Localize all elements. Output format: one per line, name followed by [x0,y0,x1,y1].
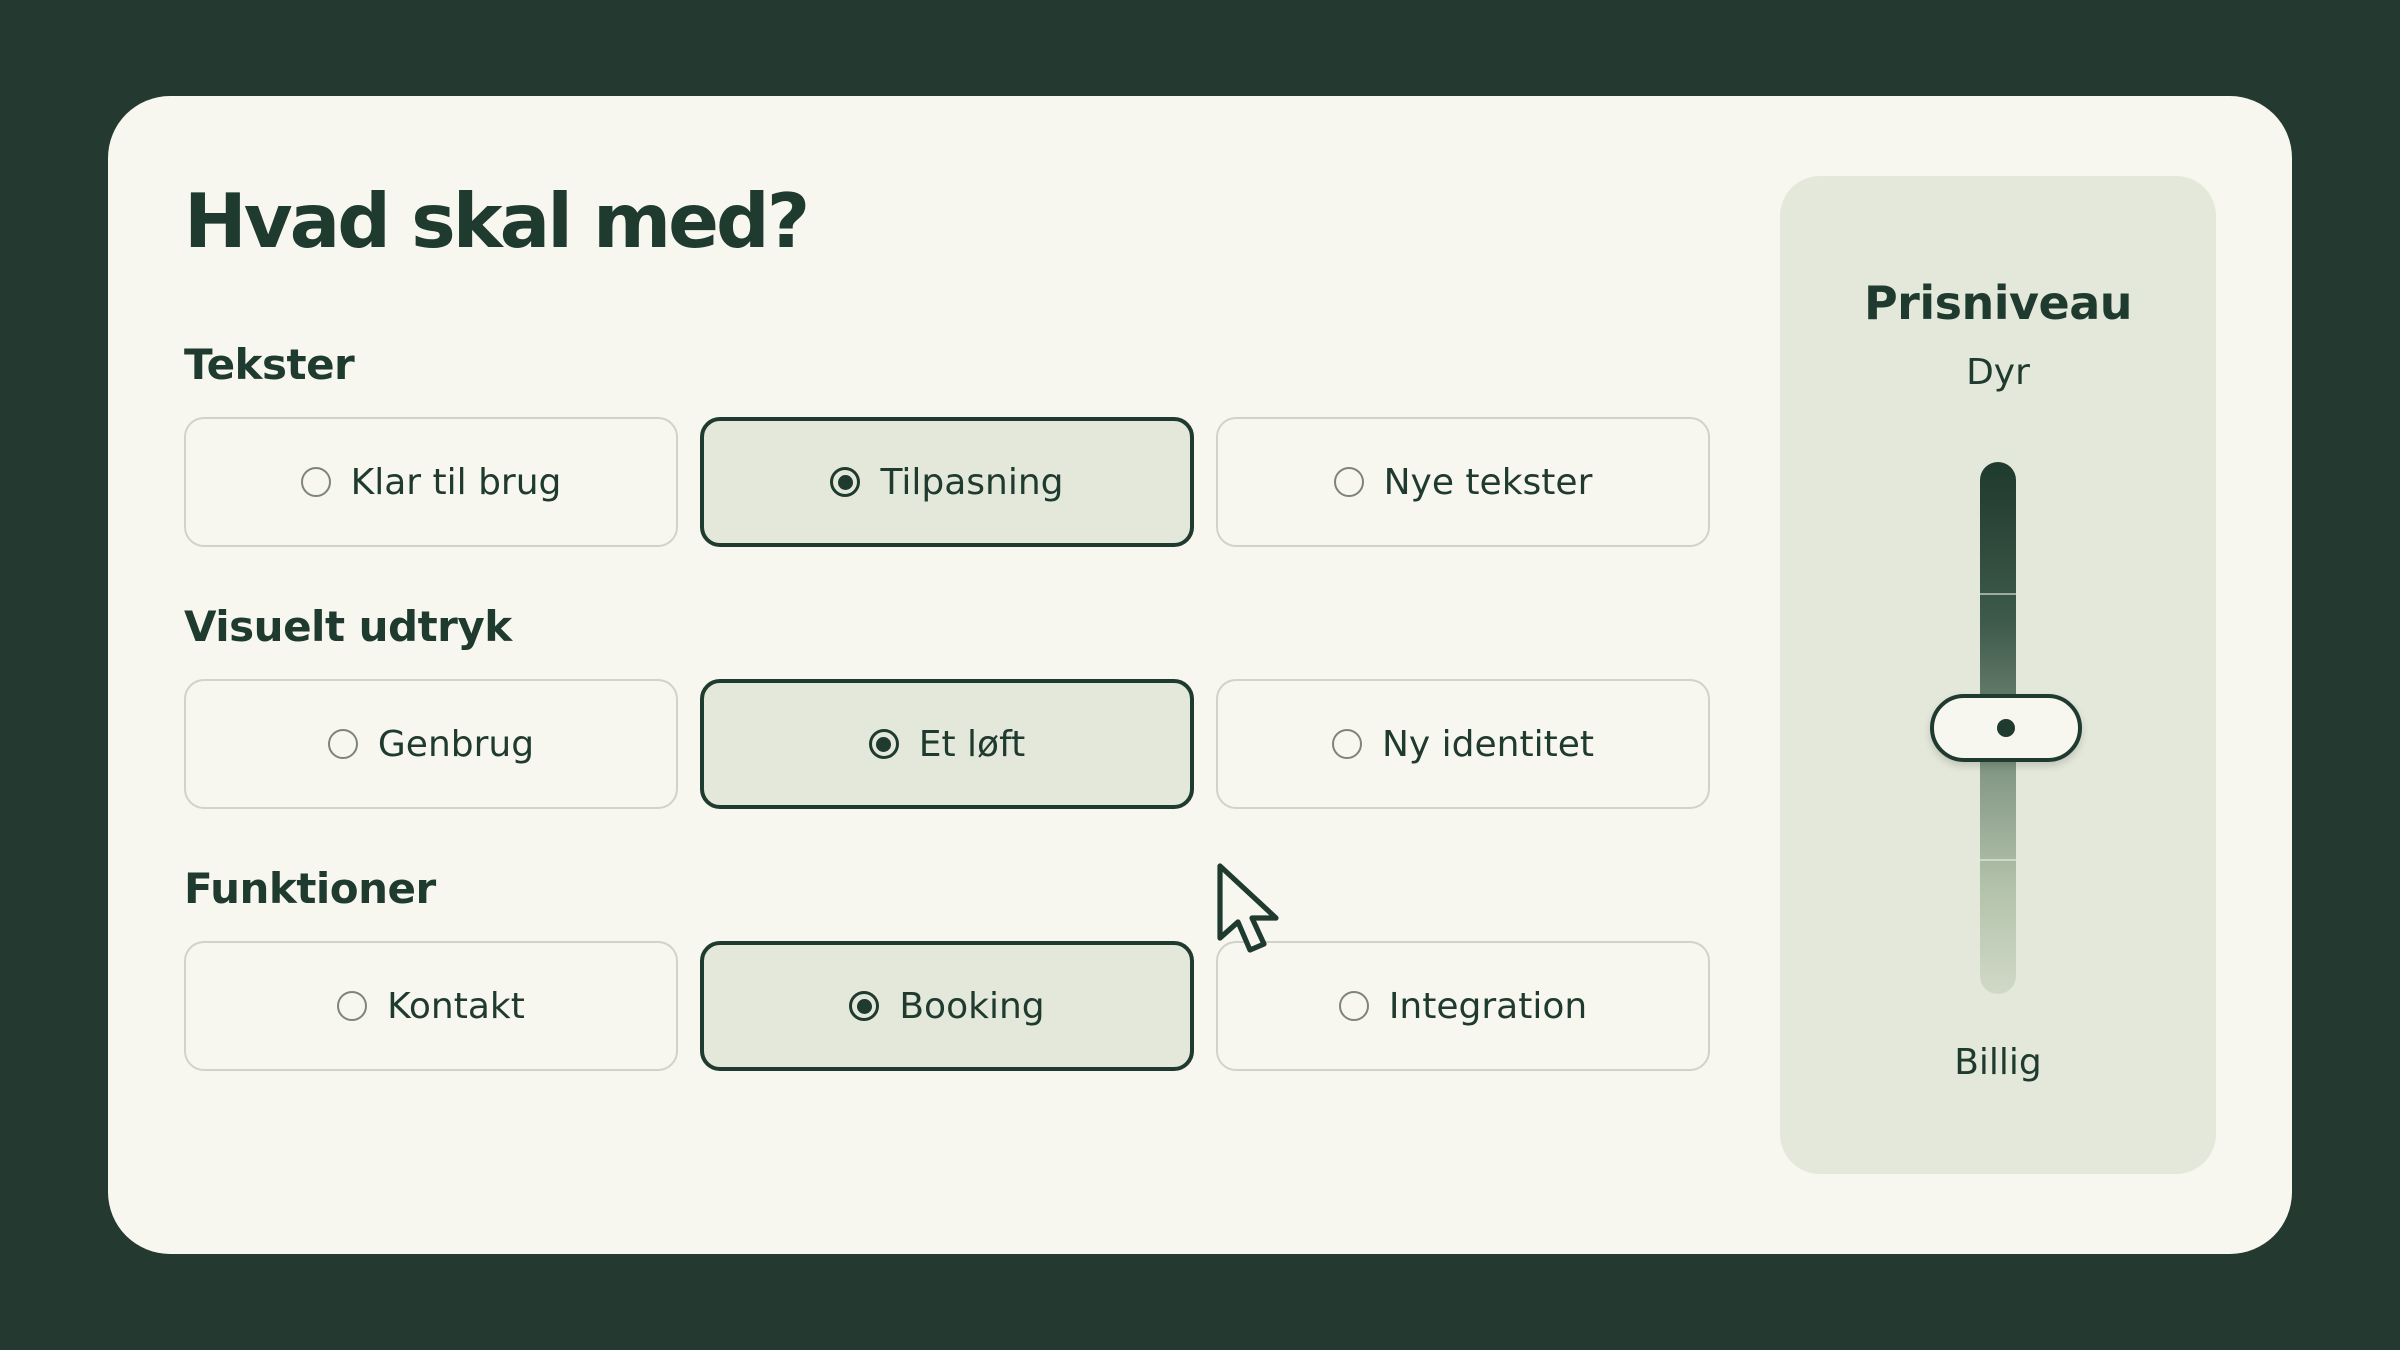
option-klar-til-brug[interactable]: Klar til brug [184,417,678,547]
config-card: Hvad skal med? Tekster Klar til brug Til… [108,96,2292,1254]
price-label-cheap: Billig [1954,1042,2042,1083]
radio-selected-icon [868,729,899,759]
option-label: Nye tekster [1383,461,1593,503]
mouse-pointer-icon [1217,863,1279,953]
section-label-funktioner: Funktioner [184,864,436,913]
price-level-panel: Prisniveau Dyr Billig [1780,176,2216,1174]
option-label: Ny identitet [1382,723,1594,765]
radio-unselected-icon [337,991,368,1021]
price-level-title: Prisniveau [1863,276,2133,330]
option-label: Kontakt [387,985,525,1027]
option-nye-tekster[interactable]: Nye tekster [1216,417,1710,547]
radio-unselected-icon [1338,991,1369,1021]
option-integration[interactable]: Integration [1216,941,1710,1071]
option-label: Genbrug [377,723,535,765]
radio-selected-icon [849,991,880,1021]
track-tick [1980,593,2016,595]
price-label-expensive: Dyr [1966,352,2030,393]
option-kontakt[interactable]: Kontakt [184,941,678,1071]
section-label-tekster: Tekster [184,340,355,389]
radio-unselected-icon [1333,467,1364,497]
radio-unselected-icon [300,467,331,497]
option-label: Booking [899,985,1045,1027]
page-title: Hvad skal med? [184,177,810,265]
slider-grip-icon [1997,719,2015,737]
option-et-loeft[interactable]: Et løft [700,679,1194,809]
option-ny-identitet[interactable]: Ny identitet [1216,679,1710,809]
option-label: Tilpasning [880,461,1064,503]
price-slider-thumb[interactable] [1930,694,2082,762]
option-booking[interactable]: Booking [700,941,1194,1071]
section-label-visuelt-udtryk: Visuelt udtryk [184,602,512,651]
track-tick [1980,859,2016,861]
option-tilpasning[interactable]: Tilpasning [700,417,1194,547]
radio-unselected-icon [1332,729,1362,759]
option-label: Klar til brug [350,461,562,503]
radio-selected-icon [830,467,861,497]
option-label: Integration [1388,985,1588,1027]
option-label: Et løft [918,723,1026,765]
radio-unselected-icon [327,729,358,759]
option-genbrug[interactable]: Genbrug [184,679,678,809]
